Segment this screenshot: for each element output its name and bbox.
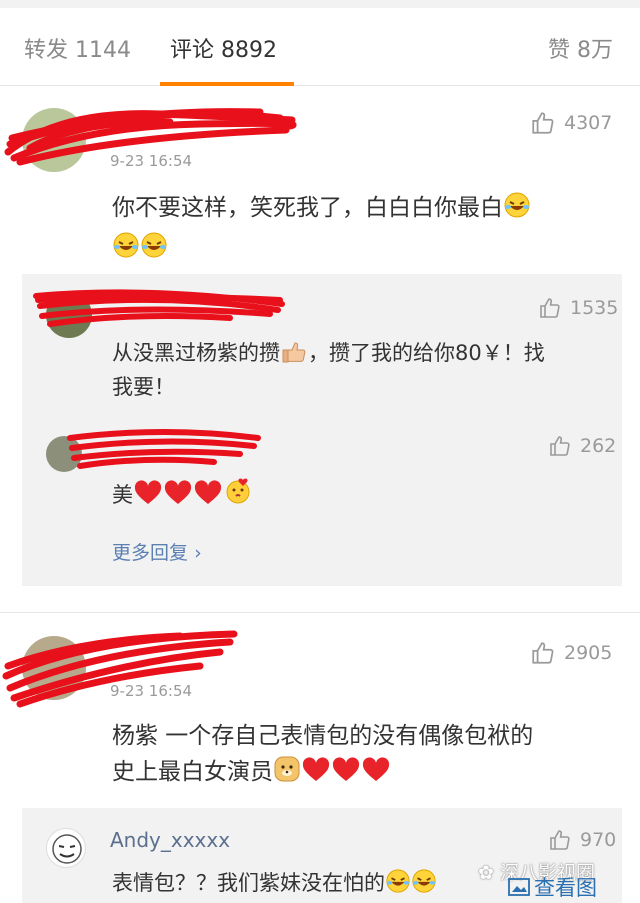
reply-text-line: 从没黑过杨紫的攒 bbox=[112, 341, 280, 365]
like-button[interactable]: 2905 bbox=[530, 640, 612, 666]
heart-icon bbox=[163, 480, 193, 514]
comment-text: 杨紫 一个存自己表情包的没有偶像包袱的 史上最白女演员 bbox=[112, 718, 622, 794]
thumbs-up-icon bbox=[550, 830, 570, 850]
comment-text-line: 杨紫 一个存自己表情包的没有偶像包袱的 bbox=[112, 723, 534, 749]
view-image-label: 查看图 bbox=[534, 876, 597, 900]
thumbs-up-icon bbox=[540, 298, 560, 318]
like-button[interactable]: 262 bbox=[548, 434, 616, 458]
laugh-cry-emoji-icon bbox=[503, 191, 531, 230]
more-replies-label: 更多回复 bbox=[112, 542, 189, 564]
tab-bar: 转发 1144 评论 8892 赞 8万 bbox=[0, 8, 640, 86]
reply-text: 美 bbox=[112, 476, 253, 514]
thumbs-up-emoji-icon bbox=[280, 340, 308, 372]
thumbs-up-icon bbox=[532, 642, 554, 664]
kiss-emoji-icon bbox=[223, 476, 253, 514]
reply-text: 从没黑过杨紫的攒 ，攒了我的给你80￥！找 我要！ bbox=[112, 338, 622, 402]
avatar[interactable] bbox=[46, 828, 86, 868]
reply-text-line: 我要！ bbox=[112, 375, 175, 399]
laugh-cry-emoji-icon bbox=[385, 868, 411, 902]
divider bbox=[0, 612, 640, 613]
comment-time: 9-23 16:54 bbox=[110, 152, 193, 170]
reply-text-line: 表情包？？我们紫妹没在怕的 bbox=[112, 871, 385, 895]
like-count: 262 bbox=[580, 435, 617, 457]
thumbs-up-icon bbox=[532, 112, 554, 134]
laugh-cry-emoji-icon bbox=[411, 868, 437, 902]
avatar[interactable] bbox=[46, 292, 92, 338]
like-button[interactable]: 1535 bbox=[538, 296, 618, 320]
more-replies-link[interactable]: 更多回复 › bbox=[112, 538, 202, 565]
heart-icon bbox=[193, 480, 223, 514]
thumbs-up-icon bbox=[550, 436, 570, 456]
heart-icon bbox=[301, 757, 331, 794]
like-button[interactable]: 4307 bbox=[530, 110, 612, 136]
like-count: 1535 bbox=[570, 297, 619, 319]
tab-comments[interactable]: 评论 8892 bbox=[170, 32, 277, 64]
laugh-cry-emoji-icon bbox=[112, 231, 140, 270]
heart-icon bbox=[331, 757, 361, 794]
avatar[interactable] bbox=[46, 436, 82, 472]
reply-text-line: 美 bbox=[112, 483, 133, 507]
reply-text-line: ，攒了我的给你80￥！找 bbox=[308, 341, 545, 365]
wechat-icon: ✿ bbox=[478, 862, 500, 884]
heart-icon bbox=[361, 757, 391, 794]
tab-reposts[interactable]: 转发 1144 bbox=[24, 32, 131, 64]
top-strip bbox=[0, 0, 640, 8]
image-icon bbox=[508, 878, 530, 896]
doge-emoji-icon bbox=[273, 755, 301, 794]
avatar[interactable] bbox=[22, 636, 86, 700]
view-image-link[interactable]: 查看图 bbox=[508, 872, 597, 902]
avatar[interactable] bbox=[22, 108, 86, 172]
like-button[interactable]: 970 bbox=[548, 828, 616, 852]
meme-face-icon bbox=[52, 834, 82, 864]
comment-text-line: 史上最白女演员 bbox=[112, 759, 273, 785]
chevron-right-icon: › bbox=[194, 542, 202, 564]
comment-time: 9-23 16:54 bbox=[110, 682, 193, 700]
reply-text: 表情包？？我们紫妹没在怕的 bbox=[112, 868, 437, 902]
comment-text: 你不要这样，笑死我了，白白白你最白 bbox=[112, 190, 612, 270]
tab-likes[interactable]: 赞 8万 bbox=[548, 32, 613, 64]
reply-username[interactable]: Andy_xxxxx bbox=[110, 828, 230, 852]
like-count: 2905 bbox=[564, 642, 613, 664]
laugh-cry-emoji-icon bbox=[140, 231, 168, 270]
comment-text-line: 你不要这样，笑死我了，白白白你最白 bbox=[112, 195, 503, 221]
active-tab-indicator bbox=[160, 82, 294, 86]
like-count: 970 bbox=[580, 829, 617, 851]
like-count: 4307 bbox=[564, 112, 613, 134]
heart-icon bbox=[133, 480, 163, 514]
